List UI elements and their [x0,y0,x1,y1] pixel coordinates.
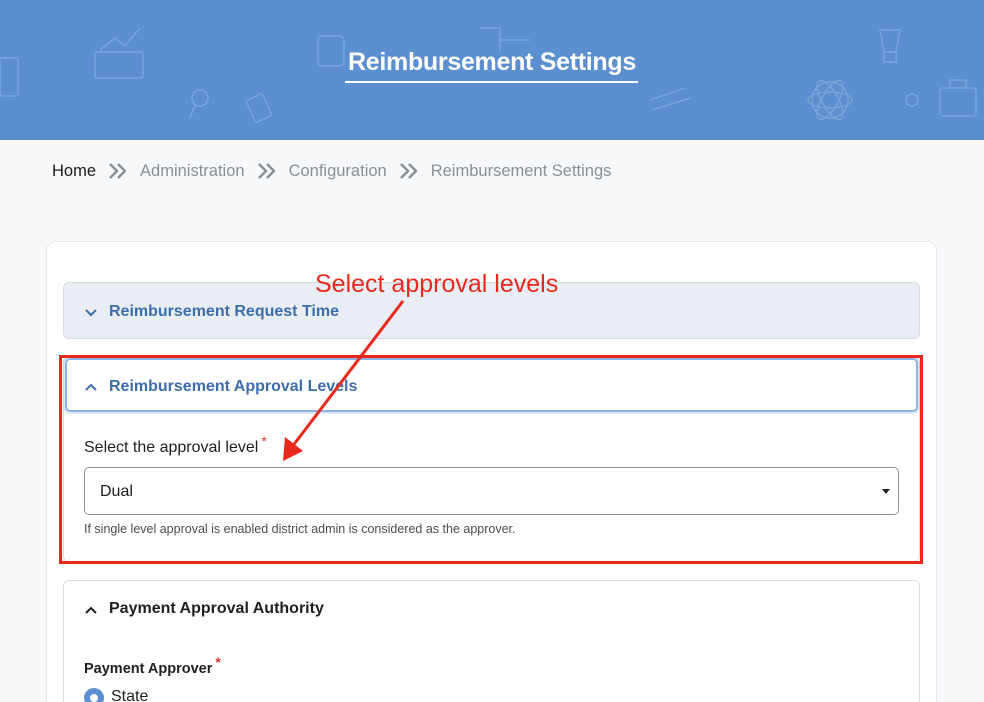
payment-approver-label-text: Payment Approver [84,661,213,677]
approval-level-label-text: Select the approval level [84,439,259,456]
header-banner: Reimbursement Settings [0,0,984,140]
approval-level-selected-value: Dual [100,483,133,500]
breadcrumb: Home Administration Configuration Reimbu… [52,160,611,182]
radio-selected-dot [90,694,98,702]
required-marker: * [215,654,221,670]
breadcrumb-administration[interactable]: Administration [140,162,245,181]
double-chevron-right-icon [96,160,140,182]
required-marker: * [261,433,267,449]
radio-state-label: State [111,688,149,702]
page-title: Reimbursement Settings [348,48,636,76]
payment-approver-label: Payment Approver * [84,654,221,677]
chevron-up-icon [84,379,98,397]
double-chevron-right-icon [245,160,289,182]
caret-down-icon [882,489,890,494]
accordion-payment-authority[interactable]: Payment Approval Authority [63,580,920,702]
accordion-approval-levels-title: Reimbursement Approval Levels [109,378,358,395]
double-chevron-right-icon [387,160,431,182]
radio-state[interactable] [84,688,104,702]
approval-level-select[interactable]: Dual [84,467,899,515]
chevron-down-icon [84,305,98,323]
accordion-request-time-title: Reimbursement Request Time [109,303,339,320]
approval-level-label: Select the approval level * [84,433,267,457]
annotation-text: Select approval levels [315,270,559,298]
breadcrumb-configuration[interactable]: Configuration [289,162,387,181]
accordion-approval-levels[interactable]: Reimbursement Approval Levels [65,358,918,412]
breadcrumb-current: Reimbursement Settings [430,161,612,180]
chevron-up-icon [84,602,98,620]
approval-level-help-text: If single level approval is enabled dist… [84,522,516,536]
accordion-payment-authority-title: Payment Approval Authority [109,600,324,617]
breadcrumb-home[interactable]: Home [52,162,96,181]
title-underline [345,81,638,83]
